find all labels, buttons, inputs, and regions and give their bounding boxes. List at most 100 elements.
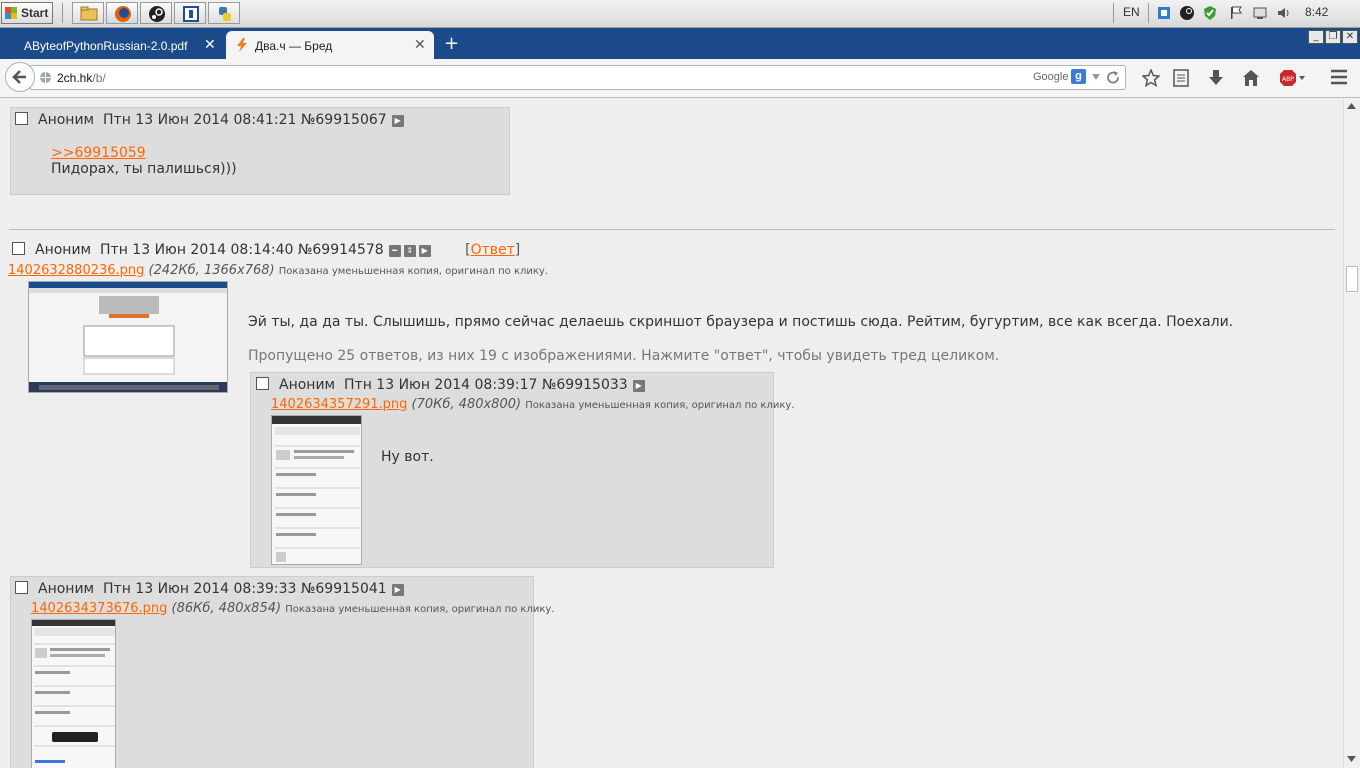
dropbox-tray-icon[interactable] [1156,5,1172,21]
file-link[interactable]: 1402634357291.png [271,397,407,412]
scroll-up-icon[interactable] [1344,100,1359,112]
tab-label: Два.ч — Бред [255,39,333,53]
post-menu-icon[interactable]: ▶ [418,245,431,257]
menu-icon[interactable] [1330,69,1348,85]
taskbar-separator [62,3,63,23]
download-icon[interactable] [1207,69,1225,87]
url-path: /b/ [92,71,106,85]
post-body: >>69915059 Пидорах, ты палишься))) [51,145,237,177]
navigation-toolbar: 2ch.hk/b/ Google g ABP [0,59,1360,98]
windows-logo-icon [5,7,17,19]
start-button[interactable]: Start [1,2,53,24]
post-checkbox[interactable] [15,112,28,125]
post-author: Аноним [279,377,336,393]
reply-button[interactable]: Ответ [471,242,515,258]
url-bar[interactable]: 2ch.hk/b/ Google g [30,65,1126,90]
post-checkbox[interactable] [12,242,25,255]
post-date: Птн 13 Июн 2014 08:39:17 [344,377,538,393]
file-hint: Показана уменьшенная копия, оригинал по … [278,266,549,277]
omitted-notice: Пропущено 25 ответов, из них 19 с изобра… [248,348,1000,364]
op-post-header: Аноним Птн 13 Июн 2014 08:14:40 №6991457… [12,242,520,258]
file-link[interactable]: 1402634373676.png [31,601,167,616]
network-tray-icon[interactable] [1252,5,1268,21]
search-engine-label[interactable]: Google [1033,71,1068,83]
post-number[interactable]: №69915033 [542,377,628,393]
phone-screenshot-image [272,416,361,562]
tab-strip: AByteofPythonRussian-2.0.pdf ✕ Два.ч — Б… [0,28,1360,59]
close-window-icon[interactable]: ✕ [1342,30,1358,44]
security-tray-icon[interactable] [1202,5,1218,21]
file-link[interactable]: 1402632880236.png [8,263,144,278]
close-tab-icon[interactable]: ✕ [204,36,216,53]
globe-icon [40,72,51,83]
scrollbar-thumb[interactable] [1346,266,1358,292]
new-tab-icon[interactable]: + [444,33,459,54]
file-hint: Показана уменьшенная копия, оригинал по … [525,400,795,411]
post-header: Аноним Птн 13 Июн 2014 08:39:17 №6991503… [256,377,645,393]
post-number[interactable]: №69914578 [298,242,384,258]
bookmark-star-icon[interactable] [1142,69,1160,87]
op-text: Эй ты, да да ты. Слышишь, прямо сейчас д… [248,314,1234,330]
steam-tray-icon[interactable] [1179,5,1195,21]
op-image-thumbnail[interactable] [28,281,228,393]
file-meta: (86Кб, 480x854) [171,601,282,616]
reply-post: Аноним Птн 13 Июн 2014 08:39:17 №6991503… [250,372,795,568]
home-icon[interactable] [1242,69,1260,87]
clock[interactable]: 8:42 [1305,5,1328,19]
adblock-icon[interactable]: ABP [1279,69,1307,87]
post-number[interactable]: №69915041 [301,581,387,597]
explorer-taskbar-button[interactable] [72,2,104,24]
reading-list-icon[interactable] [1173,69,1189,87]
vertical-scrollbar[interactable] [1343,98,1360,768]
post-date: Птн 13 Июн 2014 08:14:40 [100,242,294,258]
expand-icon[interactable]: ⇕ [403,245,416,257]
url-text: 2ch.hk/b/ [57,71,106,85]
dropdown-icon[interactable] [1091,72,1101,82]
start-label: Start [21,6,49,20]
scroll-down-icon[interactable] [1344,753,1359,765]
volume-tray-icon[interactable] [1276,5,1292,21]
taskbar: Start EN 8:42 [0,0,1360,28]
post-header: Аноним Птн 13 Июн 2014 08:39:33 №6991504… [15,581,404,597]
op-file-info: 1402632880236.png (242Кб, 1366x768) Пока… [8,263,548,278]
close-tab-icon[interactable]: ✕ [414,36,426,53]
firefox-icon [115,6,131,22]
reload-icon[interactable] [1107,71,1120,84]
url-host: 2ch.hk [57,71,93,85]
post-menu-icon[interactable]: ▶ [391,115,404,127]
file-meta: (70Кб, 480x800) [411,397,522,412]
post-checkbox[interactable] [256,377,269,390]
svg-text:ABP: ABP [1282,76,1294,83]
tab-label: AByteofPythonRussian-2.0.pdf [24,39,188,53]
reply-post: Аноним Птн 13 Июн 2014 08:41:21 №6991506… [10,107,510,195]
google-search-icon[interactable]: g [1071,69,1086,84]
hide-thread-icon[interactable]: ━ [388,245,401,257]
file-hint: Показана уменьшенная копия, оригинал по … [285,604,555,615]
tab-dvach[interactable]: Два.ч — Бред ✕ [226,31,434,59]
firefox-taskbar-button[interactable] [106,2,138,24]
post-checkbox[interactable] [15,581,28,594]
steam-taskbar-button[interactable] [140,2,172,24]
post-menu-icon[interactable]: ▶ [391,584,404,596]
post-author: Аноним [38,581,95,597]
language-indicator[interactable]: EN [1123,5,1140,19]
back-button[interactable] [5,62,35,92]
reply-link[interactable]: >>69915059 [51,145,146,161]
post-author: Аноним [35,242,92,258]
taskbar-separator [1148,3,1149,23]
restore-icon[interactable]: ❐ [1325,30,1341,44]
steam-icon [149,6,165,22]
app-taskbar-button[interactable] [174,2,206,24]
minimize-icon[interactable]: _ [1308,30,1324,44]
post-date: Птн 13 Июн 2014 08:39:33 [103,581,297,597]
file-info: 1402634373676.png (86Кб, 480x854) Показа… [31,601,555,616]
reply-image-thumbnail[interactable] [271,415,362,565]
flag-tray-icon[interactable] [1228,5,1244,21]
post-header: Аноним Птн 13 Июн 2014 08:41:21 №6991506… [15,112,404,128]
post-text: Пидорах, ты палишься))) [51,161,237,177]
post-number[interactable]: №69915067 [301,112,387,128]
reply-image-thumbnail[interactable] [31,619,116,768]
post-menu-icon[interactable]: ▶ [632,380,645,392]
python-taskbar-button[interactable] [208,2,240,24]
tab-pdf[interactable]: AByteofPythonRussian-2.0.pdf ✕ [0,31,226,59]
